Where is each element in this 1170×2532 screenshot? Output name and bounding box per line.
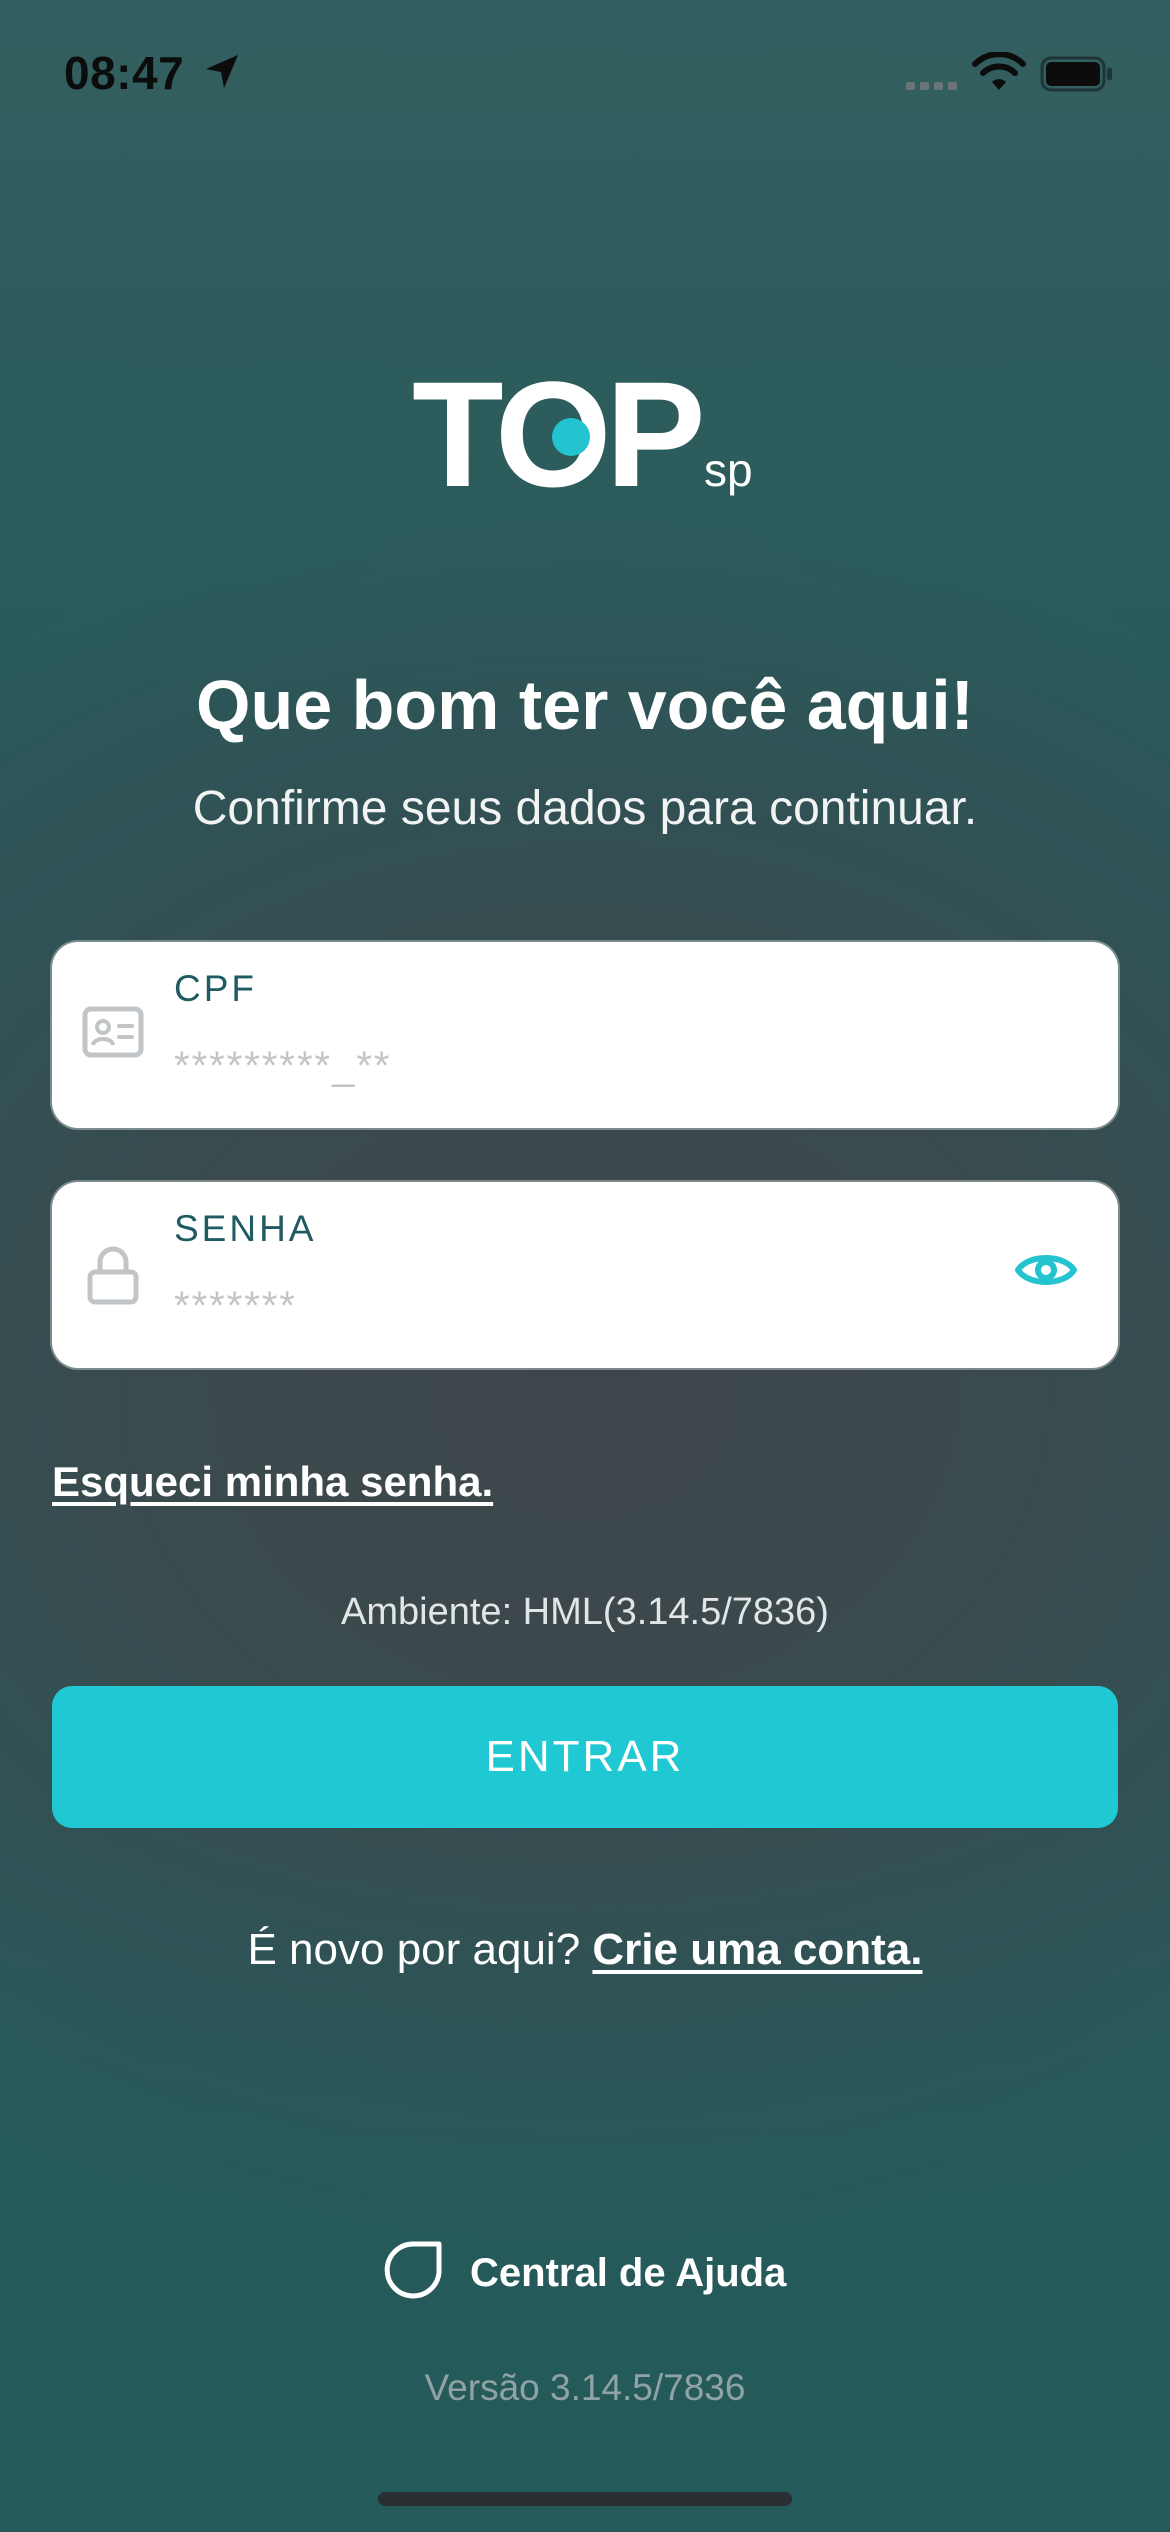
cpf-label: CPF (174, 968, 257, 1009)
home-indicator[interactable] (378, 2492, 792, 2506)
signup-link[interactable]: Crie uma conta. (592, 1925, 922, 1974)
page-title: Que bom ter você aqui! (196, 666, 974, 744)
wifi-icon (972, 52, 1026, 90)
version-label: Versão 3.14.5/7836 (424, 2367, 746, 2408)
environment-label: Ambiente: HML(3.14.5/7836) (341, 1591, 829, 1633)
help-center-icon (384, 2241, 442, 2299)
password-input[interactable] (174, 1278, 994, 1334)
id-card-icon (82, 1006, 144, 1058)
eye-icon[interactable] (1014, 1246, 1078, 1294)
forgot-password-link[interactable]: Esqueci minha senha. (52, 1454, 493, 1510)
cpf-field[interactable]: CPF (52, 942, 1118, 1128)
password-label: SENHA (174, 1208, 317, 1249)
signup-prompt: É novo por aqui? (247, 1925, 581, 1974)
signup-line: É novo por aqui? Crie uma conta. (0, 1920, 1170, 1980)
help-center-label: Central de Ajuda (470, 2250, 787, 2295)
logo-sub: sp (704, 444, 753, 496)
password-field[interactable]: SENHA (52, 1182, 1118, 1368)
lock-icon (87, 1246, 139, 1305)
signal-icon (906, 82, 957, 90)
battery-icon (1040, 56, 1112, 92)
help-center-button[interactable]: Central de Ajuda (380, 2238, 786, 2308)
logo-dot (552, 418, 590, 456)
top-sp-logo: TOP sp (412, 359, 764, 509)
cpf-input[interactable] (174, 1038, 994, 1094)
enter-button[interactable]: ENTRAR (52, 1686, 1118, 1828)
location-arrow-icon (206, 55, 238, 88)
status-time: 08:47 (64, 47, 185, 99)
page-subtitle: Confirme seus dados para continuar. (192, 782, 978, 835)
login-screen: 08:47 TOP sp Que bom ter você aqui! Conf… (0, 0, 1170, 2532)
